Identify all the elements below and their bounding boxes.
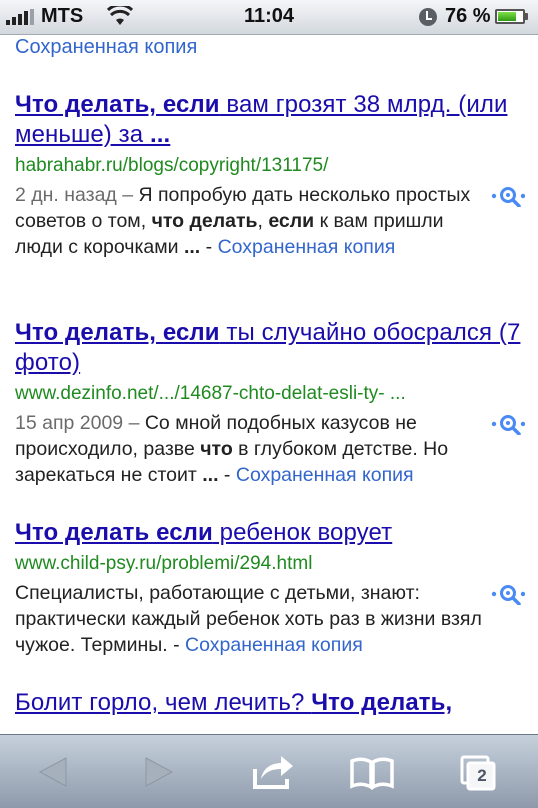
tabs-button[interactable]: 2 xyxy=(452,749,508,795)
result-snippet: 2 дн. назад – Я попробую дать несколько … xyxy=(15,182,525,260)
cached-copy-link[interactable]: Сохраненная копия xyxy=(185,634,363,656)
bookmarks-icon[interactable] xyxy=(344,749,400,795)
result-url: www.child-psy.ru/problemi/294.html xyxy=(15,553,313,574)
battery-icon xyxy=(495,9,525,24)
result-title-link[interactable]: Болит горло, чем лечить? Что делать, xyxy=(15,688,525,718)
battery-percent: 76 % xyxy=(445,5,491,27)
instant-preview-icon[interactable] xyxy=(491,583,525,605)
share-icon[interactable] xyxy=(245,749,301,795)
search-results[interactable]: Сохраненная копия Что делать, если вам г… xyxy=(0,34,538,734)
battery-tip xyxy=(525,13,528,20)
cached-copy-link[interactable]: Сохраненная копия xyxy=(218,236,396,258)
result-date: 2 дн. назад – xyxy=(15,184,139,206)
instant-preview-icon[interactable] xyxy=(491,413,525,435)
status-bar: MTS 11:04 76 % xyxy=(0,0,538,35)
battery-level xyxy=(498,12,516,21)
result-title-link[interactable]: Что делать если ребенок ворует xyxy=(15,518,525,548)
instant-preview-icon[interactable] xyxy=(491,185,525,207)
result-title-link[interactable]: Что делать, если вам грозят 38 млрд. (ил… xyxy=(15,90,525,150)
cached-copy-link[interactable]: Сохраненная копия xyxy=(15,36,197,59)
result-url: habrahabr.ru/blogs/copyright/131175/ xyxy=(15,155,329,176)
tabs-count: 2 xyxy=(477,766,487,785)
orientation-lock-icon xyxy=(419,8,437,26)
result-date: 15 апр 2009 – xyxy=(15,412,145,434)
back-arrow-icon[interactable] xyxy=(26,749,82,795)
search-result: Что делать, если ты случайно обосрался (… xyxy=(15,318,525,488)
result-url: www.dezinfo.net/.../14687-chto-delat-esl… xyxy=(15,383,406,404)
result-snippet: Специалисты, работающие с детьми, знают:… xyxy=(15,580,525,658)
search-result: Что делать если ребенок ворует www.child… xyxy=(15,518,525,658)
forward-arrow-icon[interactable] xyxy=(130,749,186,795)
cached-copy-link[interactable]: Сохраненная копия xyxy=(236,464,414,486)
result-title-link[interactable]: Что делать, если ты случайно обосрался (… xyxy=(15,318,525,378)
search-result: Что делать, если вам грозят 38 млрд. (ил… xyxy=(15,90,525,260)
browser-toolbar: 2 xyxy=(0,734,538,808)
result-snippet: 15 апр 2009 – Со мной подобных казусов н… xyxy=(15,410,525,488)
search-result: Болит горло, чем лечить? Что делать, xyxy=(15,688,525,718)
